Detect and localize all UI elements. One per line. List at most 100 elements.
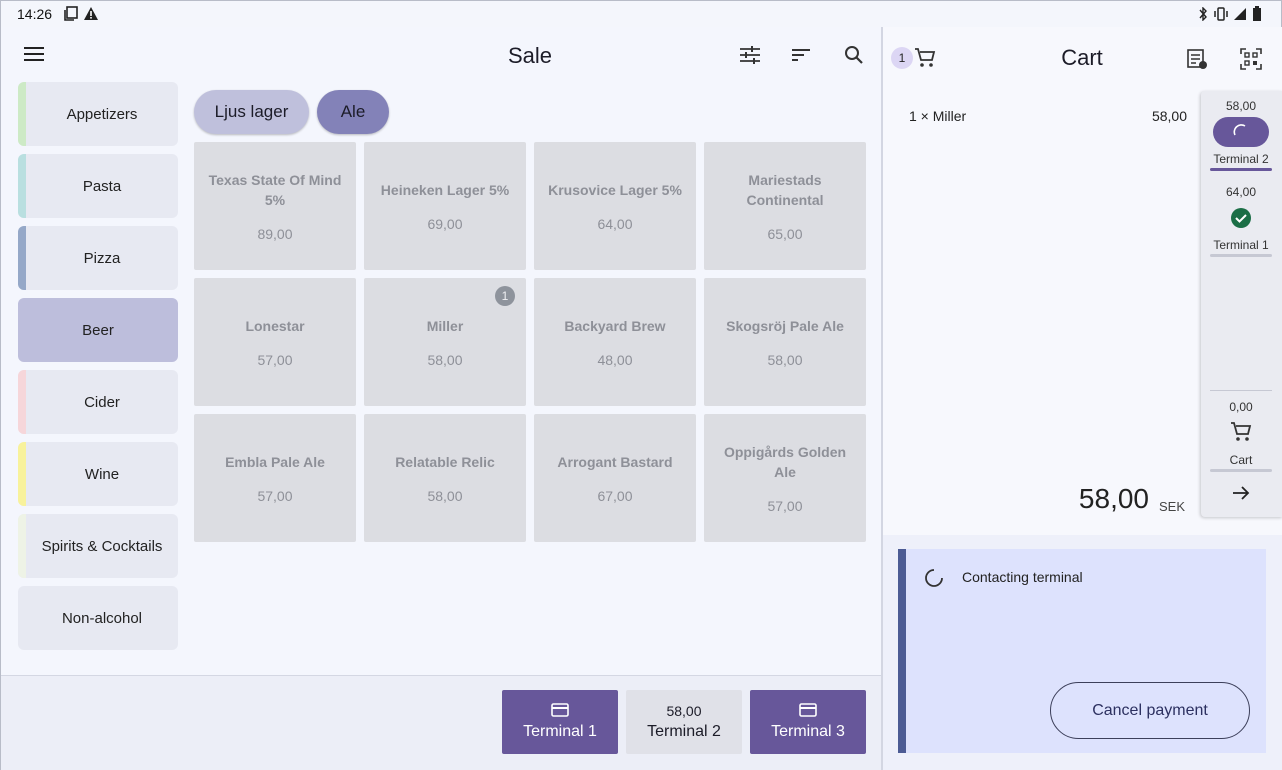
- cart-currency: SEK: [1159, 499, 1186, 514]
- rail-terminal-2-button[interactable]: [1213, 117, 1269, 147]
- product-tile[interactable]: Mariestads Continental 65,00: [704, 142, 866, 270]
- category-label: Cider: [84, 393, 120, 411]
- cart-total: 58,00: [1078, 483, 1149, 514]
- category-label: Pizza: [83, 249, 121, 267]
- rail-terminal-1-amount: 64,00: [1225, 185, 1257, 199]
- product-name: Heineken Lager 5%: [380, 182, 510, 198]
- product-price: 69,00: [427, 216, 463, 232]
- category-label: Pasta: [82, 177, 122, 195]
- product-name: Embla Pale Ale: [225, 454, 325, 470]
- rail-cart-indicator: [1210, 469, 1272, 472]
- product-tile[interactable]: Embla Pale Ale 57,00: [194, 414, 356, 542]
- rail-terminal-2-indicator: [1210, 168, 1272, 171]
- warning-icon: [83, 6, 99, 22]
- category-pasta[interactable]: Pasta: [18, 154, 178, 218]
- rail-divider: [1210, 390, 1272, 391]
- check-circle-icon[interactable]: [1230, 207, 1252, 229]
- payment-status-text: Contacting terminal: [962, 569, 1083, 585]
- product-tile[interactable]: Skogsröj Pale Ale 58,00: [704, 278, 866, 406]
- arrow-right-icon[interactable]: [1230, 482, 1252, 504]
- product-price: 57,00: [257, 352, 293, 368]
- bluetooth-icon: [1197, 7, 1209, 21]
- rail-terminal-2-label: Terminal 2: [1213, 152, 1269, 166]
- category-wine[interactable]: Wine: [18, 442, 178, 506]
- category-cider[interactable]: Cider: [18, 370, 178, 434]
- category-label: Non-alcohol: [61, 609, 143, 627]
- credit-card-icon: [799, 703, 817, 717]
- rail-cart-amount: 0,00: [1229, 400, 1253, 414]
- product-tile[interactable]: Heineken Lager 5% 69,00: [364, 142, 526, 270]
- terminal-2-button[interactable]: 58,00 Terminal 2: [626, 690, 742, 754]
- product-tile[interactable]: Lonestar 57,00: [194, 278, 356, 406]
- cart-count-badge: 1: [891, 47, 913, 69]
- search-icon[interactable]: [843, 44, 865, 66]
- product-tile[interactable]: Arrogant Bastard 67,00: [534, 414, 696, 542]
- status-bar: 14:26: [1, 1, 1281, 27]
- product-price: 64,00: [597, 216, 633, 232]
- rail-terminal-1-label: Terminal 1: [1213, 238, 1269, 252]
- chip-ale[interactable]: Ale: [317, 90, 389, 134]
- rail-cart-label: Cart: [1229, 453, 1253, 467]
- product-name: Relatable Relic: [395, 454, 495, 470]
- credit-card-icon: [551, 703, 569, 717]
- product-price: 58,00: [427, 352, 463, 368]
- product-name: Oppigårds Golden Ale: [723, 444, 847, 480]
- signal-icon: [1233, 7, 1247, 21]
- sort-icon[interactable]: [791, 44, 813, 66]
- product-price: 57,00: [257, 488, 293, 504]
- product-name: Krusovice Lager 5%: [548, 182, 682, 198]
- status-clock: 14:26: [17, 6, 53, 22]
- rail-terminal-2-amount: 58,00: [1225, 99, 1257, 113]
- rail-cart-icon[interactable]: [1230, 421, 1252, 443]
- chip-ljus-lager[interactable]: Ljus lager: [194, 90, 309, 134]
- screen-icon: [63, 6, 79, 22]
- cart-line-item[interactable]: 1 × Miller: [909, 108, 966, 124]
- product-name: Arrogant Bastard: [557, 454, 673, 470]
- product-price: 65,00: [767, 226, 803, 242]
- category-color-strip: [18, 442, 26, 506]
- receipt-icon[interactable]: [1185, 47, 1209, 71]
- vibrate-icon: [1213, 7, 1229, 21]
- product-price: 58,00: [427, 488, 463, 504]
- product-name: Skogsröj Pale Ale: [726, 318, 844, 334]
- product-tile[interactable]: 1 Miller 58,00: [364, 278, 526, 406]
- product-price: 57,00: [767, 498, 803, 514]
- product-price: 67,00: [597, 488, 633, 504]
- cart-title: Cart: [1061, 45, 1103, 70]
- terminal-3-button[interactable]: Terminal 3: [750, 690, 866, 754]
- category-color-strip: [18, 226, 26, 290]
- product-name: Miller: [426, 318, 464, 334]
- category-label: Wine: [84, 465, 120, 483]
- product-price: 89,00: [257, 226, 293, 242]
- category-color-strip: [18, 82, 26, 146]
- terminal-1-button[interactable]: Terminal 1: [502, 690, 618, 754]
- cart-icon[interactable]: [913, 47, 937, 69]
- product-tile[interactable]: Texas State Of Mind 5% 89,00: [194, 142, 356, 270]
- product-tile[interactable]: Krusovice Lager 5% 64,00: [534, 142, 696, 270]
- cancel-payment-button[interactable]: Cancel payment: [1050, 682, 1250, 739]
- product-price: 48,00: [597, 352, 633, 368]
- battery-icon: [1251, 6, 1263, 22]
- terminal-button-label: Terminal 1: [523, 723, 597, 740]
- category-spirits-cocktails[interactable]: Spirits & Cocktails: [18, 514, 178, 578]
- category-pizza[interactable]: Pizza: [18, 226, 178, 290]
- product-tile[interactable]: Backyard Brew 48,00: [534, 278, 696, 406]
- payment-status-strip: [898, 549, 906, 753]
- category-color-strip: [18, 514, 26, 578]
- bottom-bar: [1, 675, 881, 770]
- product-name: Lonestar: [245, 318, 305, 334]
- category-non-alcohol[interactable]: Non-alcohol: [18, 586, 178, 650]
- filter-sliders-icon[interactable]: [739, 44, 761, 66]
- category-label: Appetizers: [66, 105, 138, 123]
- category-label: Spirits & Cocktails: [41, 537, 163, 555]
- category-color-strip: [18, 154, 26, 218]
- category-beer[interactable]: Beer: [18, 298, 178, 362]
- terminal-button-label: Terminal 3: [771, 723, 845, 740]
- qr-scan-icon[interactable]: [1239, 47, 1263, 71]
- product-tile[interactable]: Relatable Relic 58,00: [364, 414, 526, 542]
- rail-terminal-1-indicator: [1210, 254, 1272, 257]
- category-appetizers[interactable]: Appetizers: [18, 82, 178, 146]
- product-quantity-badge: 1: [495, 286, 515, 306]
- product-tile[interactable]: Oppigårds Golden Ale 57,00: [704, 414, 866, 542]
- category-color-strip: [18, 370, 26, 434]
